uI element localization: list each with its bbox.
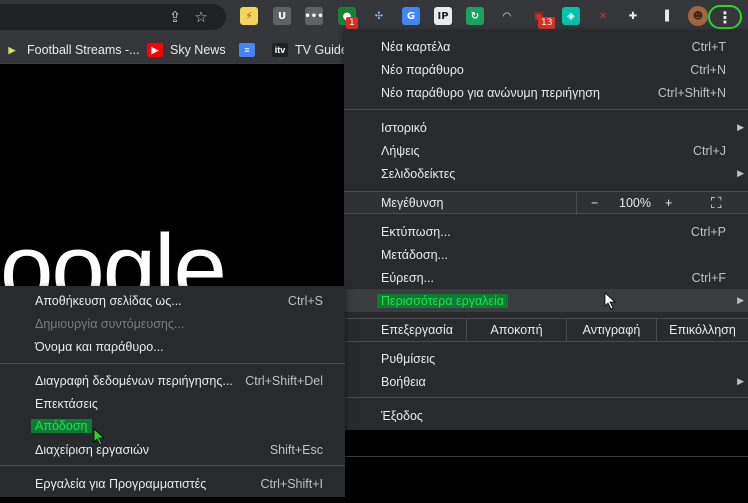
browser-toolbar: ⇪ ☆ ⚡ U ••• ● 1 ✣ G IP ↻ ◠ ▣ 13 ◈ ✕ ✚ ▐ ☻ ⋮ — [0, 0, 748, 47]
menu-item-more-tools[interactable]: Περισσότερα εργαλεία ▶ — [344, 289, 748, 312]
teal-extension-icon[interactable]: ◈ — [562, 7, 580, 25]
bookmark-label: TV Guide — [295, 43, 348, 57]
menu-item-settings[interactable]: Ρυθμίσεις — [344, 347, 748, 370]
zoom-controls: − 100% + ⛶ — [576, 191, 748, 215]
chrome-main-menu: Νέα καρτέλα Ctrl+T Νέο παράθυρο Ctrl+N Ν… — [344, 30, 748, 430]
sky-news-favicon-icon: ▶ — [147, 43, 163, 57]
cut-button[interactable]: Αποκοπή — [466, 319, 566, 341]
paste-button[interactable]: Επικόλληση — [656, 319, 748, 341]
football-streams-favicon-icon: ▶ — [4, 43, 20, 57]
submenu-arrow-icon: ▶ — [737, 376, 744, 386]
submenu-item-create-shortcut: Δημιουργία συντόμευσης... — [35, 316, 185, 331]
bookmark-tv-guide[interactable]: itv TV Guide — [272, 41, 348, 59]
menu-item-downloads[interactable]: Λήψεις Ctrl+J — [344, 139, 748, 162]
menu-item-find[interactable]: Εύρεση... Ctrl+F — [344, 266, 748, 289]
menu-divider — [344, 397, 748, 398]
address-bar[interactable]: ⇪ ☆ — [0, 4, 226, 30]
slash-extension-icon[interactable]: ✕ — [594, 7, 612, 25]
submenu-item-task-manager[interactable]: Διαχείριση εργασιών Shift+Esc — [0, 438, 345, 461]
submenu-arrow-icon: ▶ — [737, 295, 744, 305]
bookmark-docs[interactable]: ≡ — [239, 41, 262, 59]
menu-item-new-incognito[interactable]: Νέο παράθυρο για ανώνυμη περιήγηση Ctrl+… — [344, 81, 748, 104]
zoom-out-button[interactable]: − — [591, 196, 598, 210]
bookmark-football-streams[interactable]: ▶ Football Streams -... — [4, 41, 140, 59]
extension-badge: 1 — [346, 17, 358, 29]
arch-extension-icon[interactable]: ◠ — [498, 7, 516, 25]
edit-row: Επεξεργασία Αποκοπή Αντιγραφή Επικόλληση — [344, 318, 748, 342]
submenu-arrow-icon: ▶ — [737, 122, 744, 132]
bookmark-star-icon[interactable]: ☆ — [188, 4, 214, 30]
share-icon[interactable]: ⇪ — [162, 4, 188, 30]
submenu-item-clear-data[interactable]: Διαγραφή δεδομένων περιήγησης... Ctrl+Sh… — [0, 369, 345, 392]
menu-item-new-window[interactable]: Νέο παράθυρο Ctrl+N — [344, 58, 748, 81]
submenu-item-performance[interactable]: Απόδοση — [0, 414, 345, 437]
profile-avatar[interactable]: ☻ — [688, 6, 708, 26]
copy-button[interactable]: Αντιγραφή — [566, 319, 656, 341]
zoom-in-button[interactable]: + — [665, 196, 672, 210]
bookmark-label: Sky News — [170, 43, 226, 57]
network-extension-icon[interactable]: ✣ — [370, 7, 388, 25]
menu-divider — [0, 465, 345, 466]
refresh-extension-icon[interactable]: ↻ — [466, 7, 484, 25]
menu-item-cast[interactable]: Μετάδοση... — [344, 243, 748, 266]
side-panel-icon[interactable]: ▐ — [656, 7, 674, 25]
menu-divider — [344, 109, 748, 110]
menu-item-print[interactable]: Εκτύπωση... Ctrl+P — [344, 220, 748, 243]
dots-extension-icon[interactable]: ••• — [304, 7, 324, 25]
chrome-menu-button[interactable]: ⋮ — [708, 5, 742, 29]
menu-item-new-tab[interactable]: Νέα καρτέλα Ctrl+T — [344, 35, 748, 58]
submenu-item-extensions[interactable]: Επεκτάσεις — [0, 392, 345, 415]
submenu-item-name-window[interactable]: Όνομα και παράθυρο... — [0, 335, 345, 358]
bookmark-sky-news[interactable]: ▶ Sky News — [147, 41, 226, 59]
more-tools-submenu: Αποθήκευση σελίδας ως... Ctrl+S Δημιουργ… — [0, 286, 345, 497]
fullscreen-icon[interactable]: ⛶ — [711, 195, 722, 212]
bookmark-label: Football Streams -... — [27, 43, 140, 57]
tv-guide-favicon-icon: itv — [272, 43, 288, 57]
menu-item-bookmarks[interactable]: Σελιδοδείκτες ▶ — [344, 162, 748, 185]
menu-item-exit[interactable]: Έξοδος — [344, 404, 748, 427]
docs-favicon-icon: ≡ — [239, 43, 255, 57]
ip-extension-icon[interactable]: IP — [434, 7, 452, 25]
submenu-item-dev-tools[interactable]: Εργαλεία για Προγραμματιστές Ctrl+Shift+… — [0, 472, 345, 495]
extension-badge: 13 — [538, 17, 556, 29]
translate-extension-icon[interactable]: G — [402, 7, 420, 25]
menu-divider — [0, 363, 345, 364]
page-lower-band — [340, 456, 748, 503]
puzzle-icon[interactable]: ✚ — [624, 7, 642, 25]
kebab-menu-icon: ⋮ — [717, 7, 733, 27]
zoom-row: Μεγέθυνση − 100% + ⛶ — [344, 191, 748, 215]
submenu-arrow-icon: ▶ — [737, 168, 744, 178]
zoom-level: 100% — [619, 196, 651, 210]
ublock-extension-icon[interactable]: U — [273, 7, 291, 25]
menu-item-history[interactable]: Ιστορικό ▶ — [344, 116, 748, 139]
lightning-extension-icon[interactable]: ⚡ — [240, 7, 258, 25]
menu-item-help[interactable]: Βοήθεια ▶ — [344, 370, 748, 393]
submenu-item-save-page[interactable]: Αποθήκευση σελίδας ως... Ctrl+S — [0, 289, 345, 312]
mouse-cursor-icon — [604, 292, 617, 310]
